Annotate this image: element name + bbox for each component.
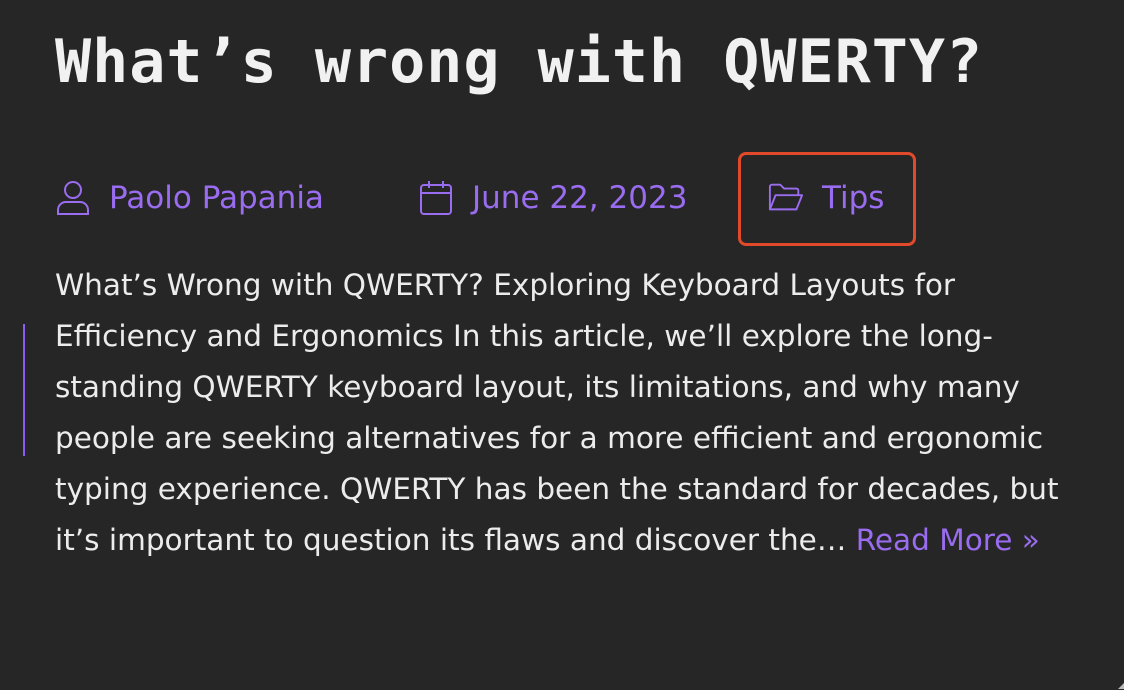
user-icon bbox=[55, 180, 91, 216]
author-link[interactable]: Paolo Papania bbox=[55, 176, 324, 220]
author-name: Paolo Papania bbox=[109, 180, 324, 216]
post-title[interactable]: What’s wrong with QWERTY? bbox=[55, 22, 983, 102]
read-more-link[interactable]: Read More » bbox=[856, 523, 1040, 557]
excerpt-text: What’s Wrong with QWERTY? Exploring Keyb… bbox=[55, 268, 1059, 557]
calendar-icon bbox=[418, 180, 454, 216]
post-excerpt: What’s Wrong with QWERTY? Exploring Keyb… bbox=[55, 260, 1105, 566]
blog-post-card: What’s wrong with QWERTY? Paolo Papania bbox=[0, 0, 1124, 690]
post-date: June 22, 2023 bbox=[472, 180, 688, 216]
left-accent-bar bbox=[23, 324, 25, 456]
folder-icon bbox=[768, 180, 804, 216]
date-link[interactable]: June 22, 2023 bbox=[418, 176, 687, 220]
category-name: Tips bbox=[822, 180, 885, 216]
resize-corner-icon: ◢ bbox=[1118, 681, 1124, 690]
post-meta: Paolo Papania June 22, 2023 Tips bbox=[0, 152, 1124, 248]
category-link[interactable]: Tips bbox=[768, 176, 884, 220]
